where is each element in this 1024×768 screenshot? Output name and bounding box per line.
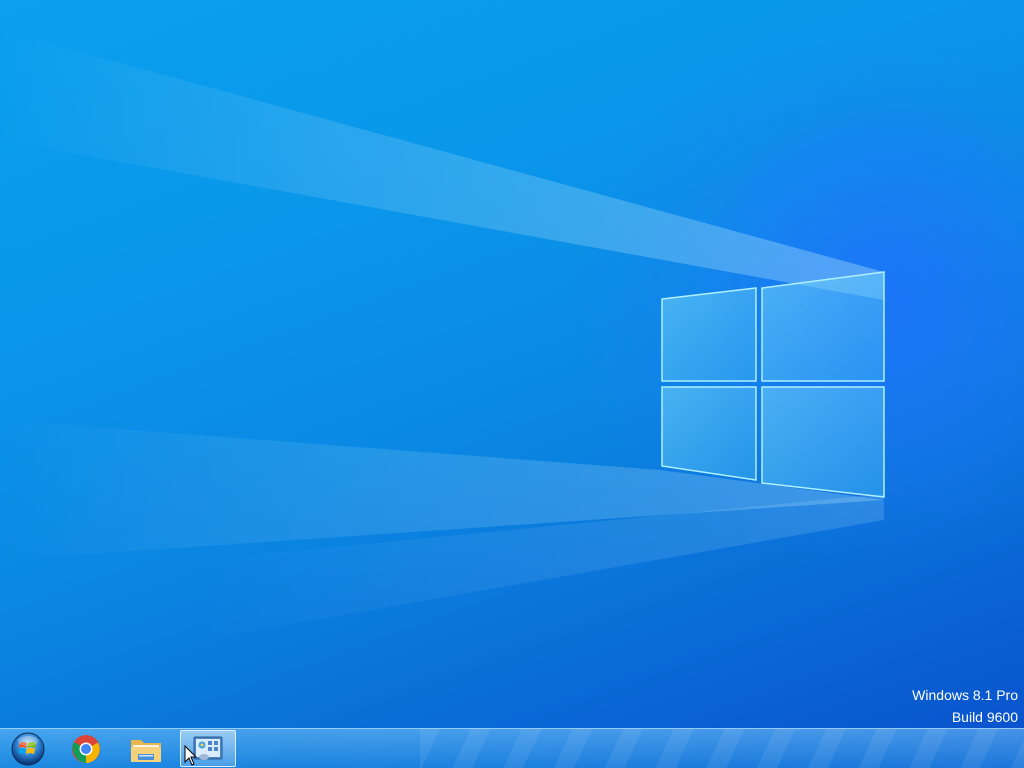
windows-version-watermark: Windows 8.1 Pro Build 9600 xyxy=(912,684,1018,728)
taskbar xyxy=(0,728,1024,768)
windows-orb-icon xyxy=(11,732,45,765)
start-button[interactable] xyxy=(0,730,56,767)
desktop[interactable]: Windows 8.1 Pro Build 9600 xyxy=(0,0,1024,768)
folder-icon xyxy=(131,739,161,762)
wallpaper-windows-logo xyxy=(0,30,1024,640)
taskbar-file-explorer[interactable] xyxy=(118,730,174,767)
taskbar-background xyxy=(420,729,1024,768)
mouse-pointer-icon xyxy=(184,745,198,766)
watermark-edition: Windows 8.1 Pro xyxy=(912,687,1018,703)
chrome-icon xyxy=(72,734,100,763)
taskbar-chrome[interactable] xyxy=(58,730,114,767)
watermark-build: Build 9600 xyxy=(951,709,1018,725)
